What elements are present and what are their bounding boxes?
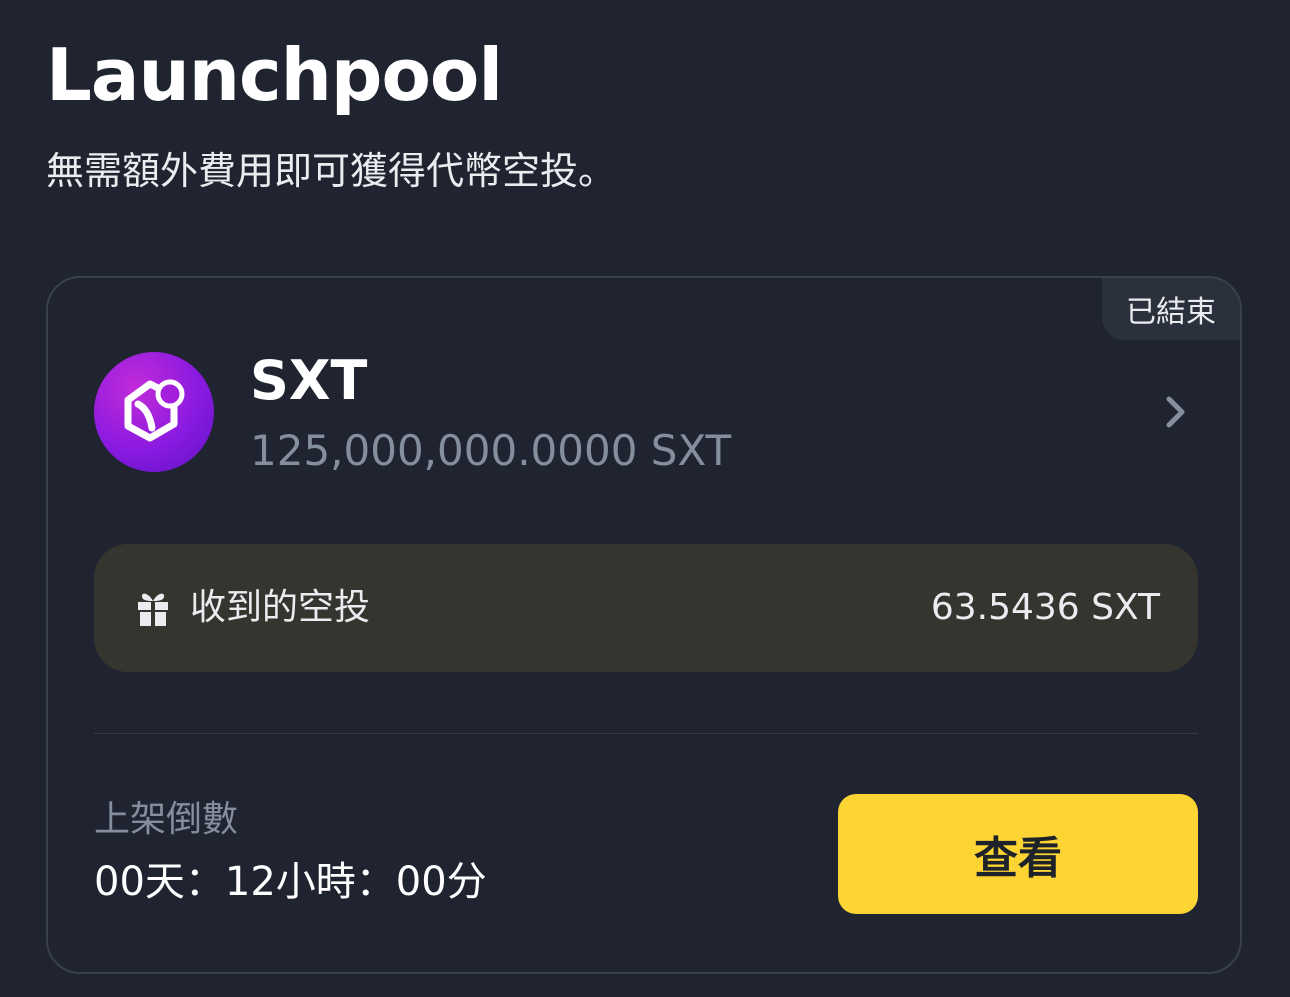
airdrop-received-box: 收到的空投 63.5436 SXT: [94, 544, 1198, 672]
token-name: SXT: [250, 349, 368, 412]
chevron-right-icon[interactable]: [1162, 392, 1190, 432]
page-title: Launchpool: [46, 33, 503, 117]
token-total-amount: 125,000,000.0000 SXT: [250, 426, 732, 475]
launchpool-page: Launchpool 無需額外費用即可獲得代幣空投。 已結束 SXT 125,0…: [0, 0, 1290, 997]
sxt-logo-icon: [94, 352, 214, 472]
launchpool-project-card[interactable]: 已結束 SXT 125,000,000.0000 SXT 收到的空投 63.54…: [46, 276, 1242, 974]
countdown-label: 上架倒數: [94, 799, 239, 840]
divider: [94, 733, 1198, 734]
airdrop-label: 收到的空投: [190, 587, 371, 628]
gift-icon: [136, 590, 170, 626]
view-button[interactable]: 查看: [838, 794, 1198, 914]
page-subtitle: 無需額外費用即可獲得代幣空投。: [46, 149, 617, 193]
countdown-value: 00天：12小時：00分: [94, 859, 487, 905]
airdrop-value: 63.5436 SXT: [930, 587, 1160, 628]
status-badge: 已結束: [1102, 278, 1240, 340]
token-row[interactable]: SXT 125,000,000.0000 SXT: [94, 349, 1194, 475]
